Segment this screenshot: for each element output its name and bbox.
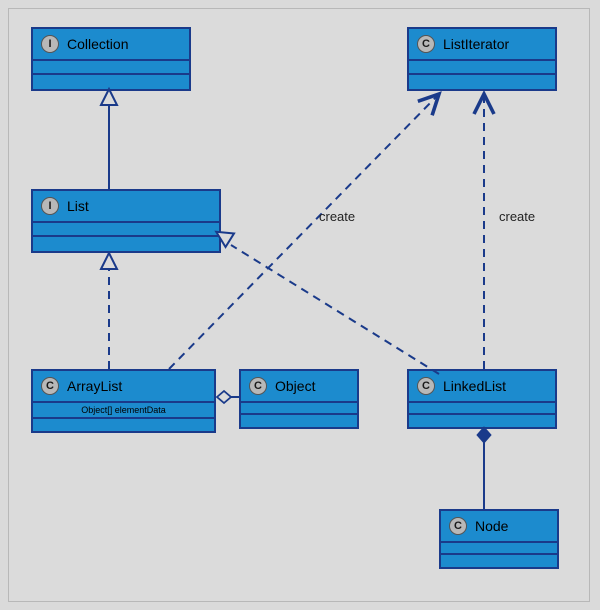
interface-icon: I [41,197,59,215]
class-icon: C [417,377,435,395]
class-node: C Node [439,509,559,569]
class-list: I List [31,189,221,253]
class-name-label: ListIterator [443,36,509,52]
class-object: C Object [239,369,359,429]
class-arraylist: C ArrayList Object[] elementData [31,369,216,433]
class-icon: C [41,377,59,395]
class-listiterator: C ListIterator [407,27,557,91]
class-icon: C [249,377,267,395]
class-name-label: Collection [67,36,128,52]
edge-label-create: create [319,209,355,224]
class-icon: C [449,517,467,535]
class-collection: I Collection [31,27,191,91]
edge-label-create: create [499,209,535,224]
class-icon: C [417,35,435,53]
interface-icon: I [41,35,59,53]
class-name-label: ArrayList [67,378,122,394]
class-name-label: List [67,198,89,214]
attribute-label: Object[] elementData [33,403,214,419]
diagram-canvas: I Collection C ListIterator I List C Arr… [8,8,590,602]
class-name-label: Object [275,378,315,394]
class-linkedlist: C LinkedList [407,369,557,429]
class-name-label: LinkedList [443,378,506,394]
class-name-label: Node [475,518,508,534]
